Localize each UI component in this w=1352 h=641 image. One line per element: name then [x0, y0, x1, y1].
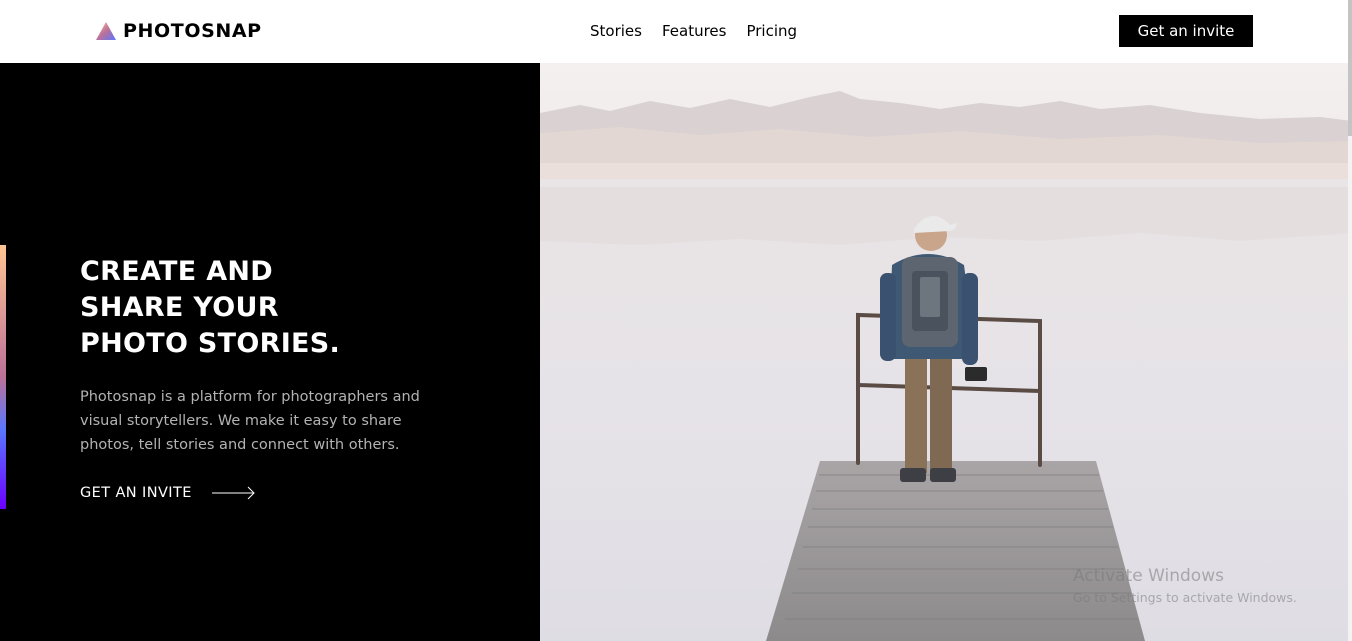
gradient-triangle-icon [96, 22, 116, 40]
nav-link-pricing[interactable]: Pricing [746, 21, 797, 41]
landing-page: PHOTOSNAP Stories Features Pricing Get a… [0, 0, 1352, 641]
site-header: PHOTOSNAP Stories Features Pricing Get a… [0, 0, 1352, 63]
brand-name: PHOTOSNAP [123, 20, 262, 42]
lake-pier-illustration [540, 63, 1352, 641]
main-nav: Stories Features Pricing [590, 21, 797, 41]
nav-link-features[interactable]: Features [662, 21, 727, 41]
hero-description: Photosnap is a platform for photographer… [80, 389, 420, 453]
scrollbar-thumb[interactable] [1348, 0, 1352, 136]
hero-title-line: SHARE YOUR [80, 292, 279, 323]
arrow-right-icon [211, 486, 255, 500]
hero-photo [540, 63, 1352, 641]
hero-title-line: CREATE AND [80, 256, 274, 287]
hero-title-line: PHOTO STORIES. [80, 328, 341, 359]
nav-link-stories[interactable]: Stories [590, 21, 642, 41]
hero-title: CREATE AND SHARE YOUR PHOTO STORIES. [80, 254, 400, 362]
get-invite-button[interactable]: Get an invite [1119, 15, 1253, 47]
page-scrollbar[interactable] [1348, 0, 1352, 641]
cta-label: GET AN INVITE [80, 485, 192, 501]
accent-gradient-bar [0, 245, 6, 509]
brand-logo[interactable]: PHOTOSNAP [96, 20, 262, 42]
get-invite-link[interactable]: GET AN INVITE [80, 482, 256, 504]
